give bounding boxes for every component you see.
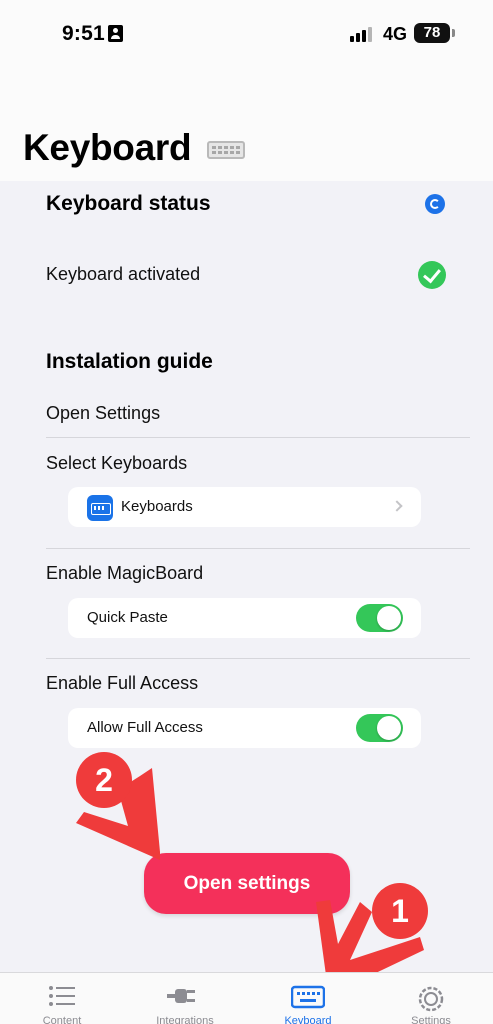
keyboard-icon [291,985,325,1009]
tab-keyboard-label: Keyboard [284,1015,332,1024]
keyboard-status-heading: Keyboard status [46,192,211,215]
refresh-icon[interactable] [425,194,445,214]
list-icon [49,986,75,1006]
step-open-settings: Open Settings [46,403,161,423]
tab-settings[interactable]: Settings [376,973,486,1024]
keyboard-activated-label: Keyboard activated [46,264,201,284]
chevron-right-icon [391,500,403,512]
person-icon [108,25,123,42]
tab-content-label: Content [42,1015,82,1024]
keyboards-card[interactable]: Keyboards [68,487,421,527]
keyboard-emoji-icon [207,141,245,159]
tab-integrations-label: Integrations [156,1015,214,1024]
signal-icon [350,26,374,42]
allow-full-access-toggle[interactable] [356,714,403,742]
full-access-card: Allow Full Access [68,708,421,748]
page-title: Keyboard [23,127,192,168]
tab-keyboard[interactable]: Keyboard [253,973,363,1024]
allow-full-access-label: Allow Full Access [87,719,203,736]
gear-icon [418,986,444,1012]
divider [46,658,470,659]
header-area: 9:51 4G 78 Keyboard [0,0,493,181]
divider [46,437,470,438]
quick-paste-label: Quick Paste [87,609,168,626]
tab-settings-label: Settings [411,1015,451,1024]
quick-paste-card: Quick Paste [68,598,421,638]
open-settings-button[interactable]: Open settings [144,853,350,914]
status-time: 9:51 [62,22,105,45]
step-enable-magicboard: Enable MagicBoard [46,563,204,583]
checkmark-icon [418,261,446,289]
keyboard-app-icon [87,495,113,521]
step-enable-full-access: Enable Full Access [46,673,199,693]
installation-guide-heading: Instalation guide [46,350,213,373]
network-type: 4G [383,24,408,44]
tab-integrations[interactable]: Integrations [130,973,240,1024]
keyboards-card-label: Keyboards [121,498,193,515]
annotation-badge-2: 2 [76,752,132,808]
tab-content[interactable]: Content [7,973,117,1024]
quick-paste-toggle[interactable] [356,604,403,632]
annotation-badge-1: 1 [372,883,428,939]
step-select-keyboards: Select Keyboards [46,453,188,473]
divider [46,548,470,549]
tab-bar: Content Integrations Keyboard Settings [0,972,493,1024]
battery-icon: 78 [414,23,455,43]
plug-icon [167,989,195,1003]
